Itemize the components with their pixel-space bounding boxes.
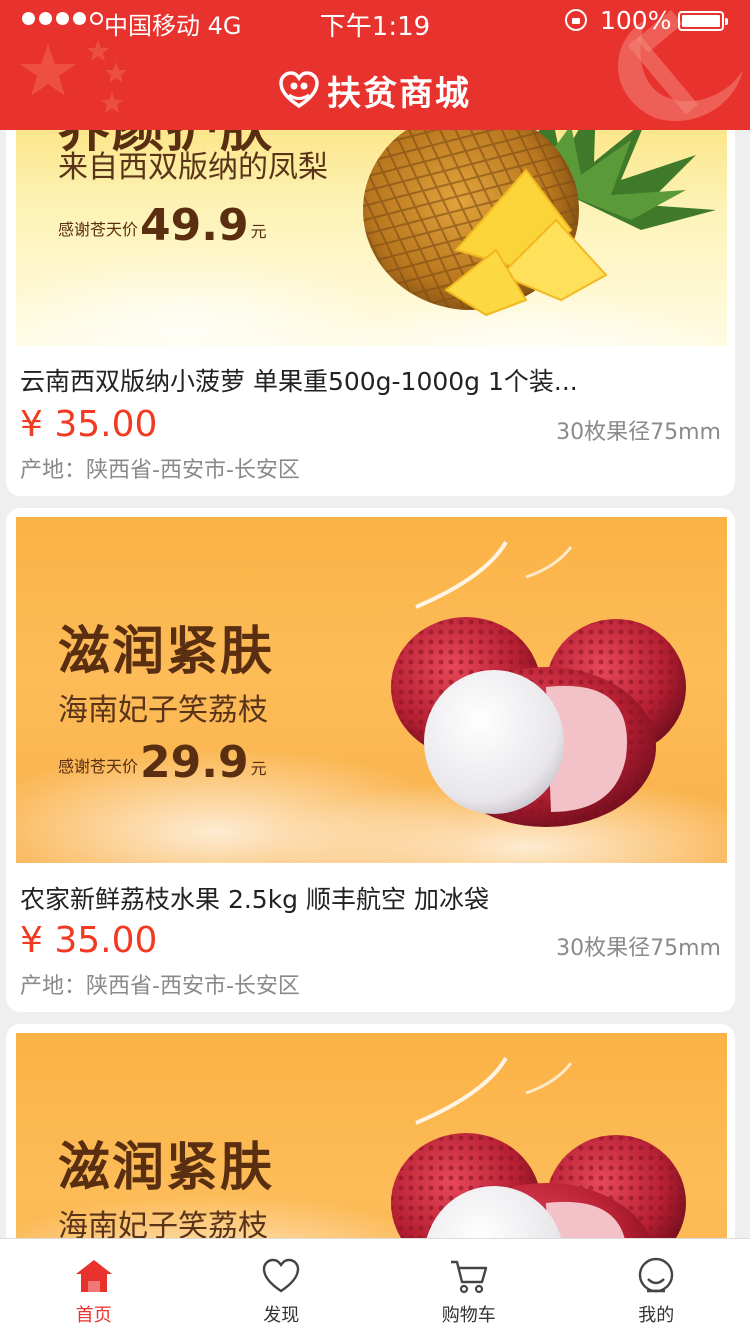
user-icon xyxy=(639,1257,674,1293)
product-banner-image[interactable]: 滋润紧肤 海南妃子笑荔枝 感谢苍天价 29.9 元 xyxy=(16,517,727,863)
bottom-tab-bar: 首页 发现 购物车 我的 xyxy=(0,1238,750,1334)
product-price: ¥ 35.00 xyxy=(20,404,158,445)
banner-price-value: 49.9 xyxy=(140,200,249,251)
banner-price-unit: 元 xyxy=(250,759,267,778)
banner-price-value: 29.9 xyxy=(140,737,249,788)
tab-label: 首页 xyxy=(75,1305,112,1326)
tab-label: 购物车 xyxy=(441,1305,496,1326)
product-title[interactable]: 农家新鲜荔枝水果 2.5kg 顺丰航空 加冰袋 xyxy=(20,880,720,916)
product-origin: 产地：陕西省-西安市-长安区 xyxy=(20,458,300,483)
lychee-image xyxy=(391,1133,686,1238)
home-icon xyxy=(75,1260,112,1292)
product-card[interactable]: 滋润紧肤 海南妃子笑荔枝 xyxy=(6,1024,735,1238)
product-list[interactable]: 养颜护肤 来自西双版纳的凤梨 感谢苍天价 49.9 元 xyxy=(0,130,750,1238)
product-banner-image[interactable]: 滋润紧肤 海南妃子笑荔枝 xyxy=(16,1033,727,1238)
banner-heading: 滋润紧肤 xyxy=(58,621,275,682)
product-card[interactable]: 养颜护肤 来自西双版纳的凤梨 感谢苍天价 49.9 元 xyxy=(6,130,735,496)
banner-price: 感谢苍天价 49.9 元 xyxy=(58,204,267,248)
tab-profile[interactable]: 我的 xyxy=(563,1239,750,1334)
tab-label: 发现 xyxy=(263,1305,300,1326)
tab-cart[interactable]: 购物车 xyxy=(375,1239,563,1334)
tab-label: 我的 xyxy=(638,1305,675,1326)
product-origin: 产地：陕西省-西安市-长安区 xyxy=(20,974,300,999)
nav-title-bar: 扶贫商城 xyxy=(0,62,750,118)
product-card[interactable]: 滋润紧肤 海南妃子笑荔枝 感谢苍天价 29.9 元 农家新鲜荔枝水果 2.5kg… xyxy=(6,508,735,1012)
banner-price-unit: 元 xyxy=(250,222,267,241)
feather-decoration xyxy=(415,540,573,609)
page-title: 扶贫商城 xyxy=(327,73,471,114)
banner-price-label: 感谢苍天价 xyxy=(58,220,139,239)
heart-icon xyxy=(263,1258,300,1293)
cart-icon xyxy=(450,1260,487,1294)
banner-heading: 滋润紧肤 xyxy=(58,1137,275,1198)
banner-price: 感谢苍天价 29.9 元 xyxy=(58,741,267,785)
product-spec: 30枚果径75mm xyxy=(556,936,721,961)
rotation-lock-icon xyxy=(565,9,587,31)
feather-decoration xyxy=(415,1056,573,1125)
banner-price-label: 感谢苍天价 xyxy=(58,757,139,776)
product-title[interactable]: 云南西双版纳小菠萝 单果重500g-1000g 1个装... xyxy=(20,362,720,398)
product-banner-image[interactable]: 养颜护肤 来自西双版纳的凤梨 感谢苍天价 49.9 元 xyxy=(16,130,727,346)
app-header: 中国移动 4G 下午1:19 100% 扶贫商城 xyxy=(0,0,750,130)
lychee-image xyxy=(391,617,686,827)
banner-subheading: 海南妃子笑荔枝 xyxy=(58,1209,268,1238)
product-spec: 30枚果径75mm xyxy=(556,420,721,445)
tab-discover[interactable]: 发现 xyxy=(188,1239,376,1334)
banner-subheading: 来自西双版纳的凤梨 xyxy=(58,150,328,185)
banner-subheading: 海南妃子笑荔枝 xyxy=(58,693,268,728)
tab-home[interactable]: 首页 xyxy=(0,1239,188,1334)
product-price: ¥ 35.00 xyxy=(20,920,158,961)
battery-icon xyxy=(678,11,728,31)
pineapple-image xyxy=(363,130,716,317)
status-bar: 中国移动 4G 下午1:19 100% xyxy=(0,0,750,42)
battery-percentage: 100% xyxy=(600,6,672,35)
heart-hands-logo-icon xyxy=(279,71,319,109)
